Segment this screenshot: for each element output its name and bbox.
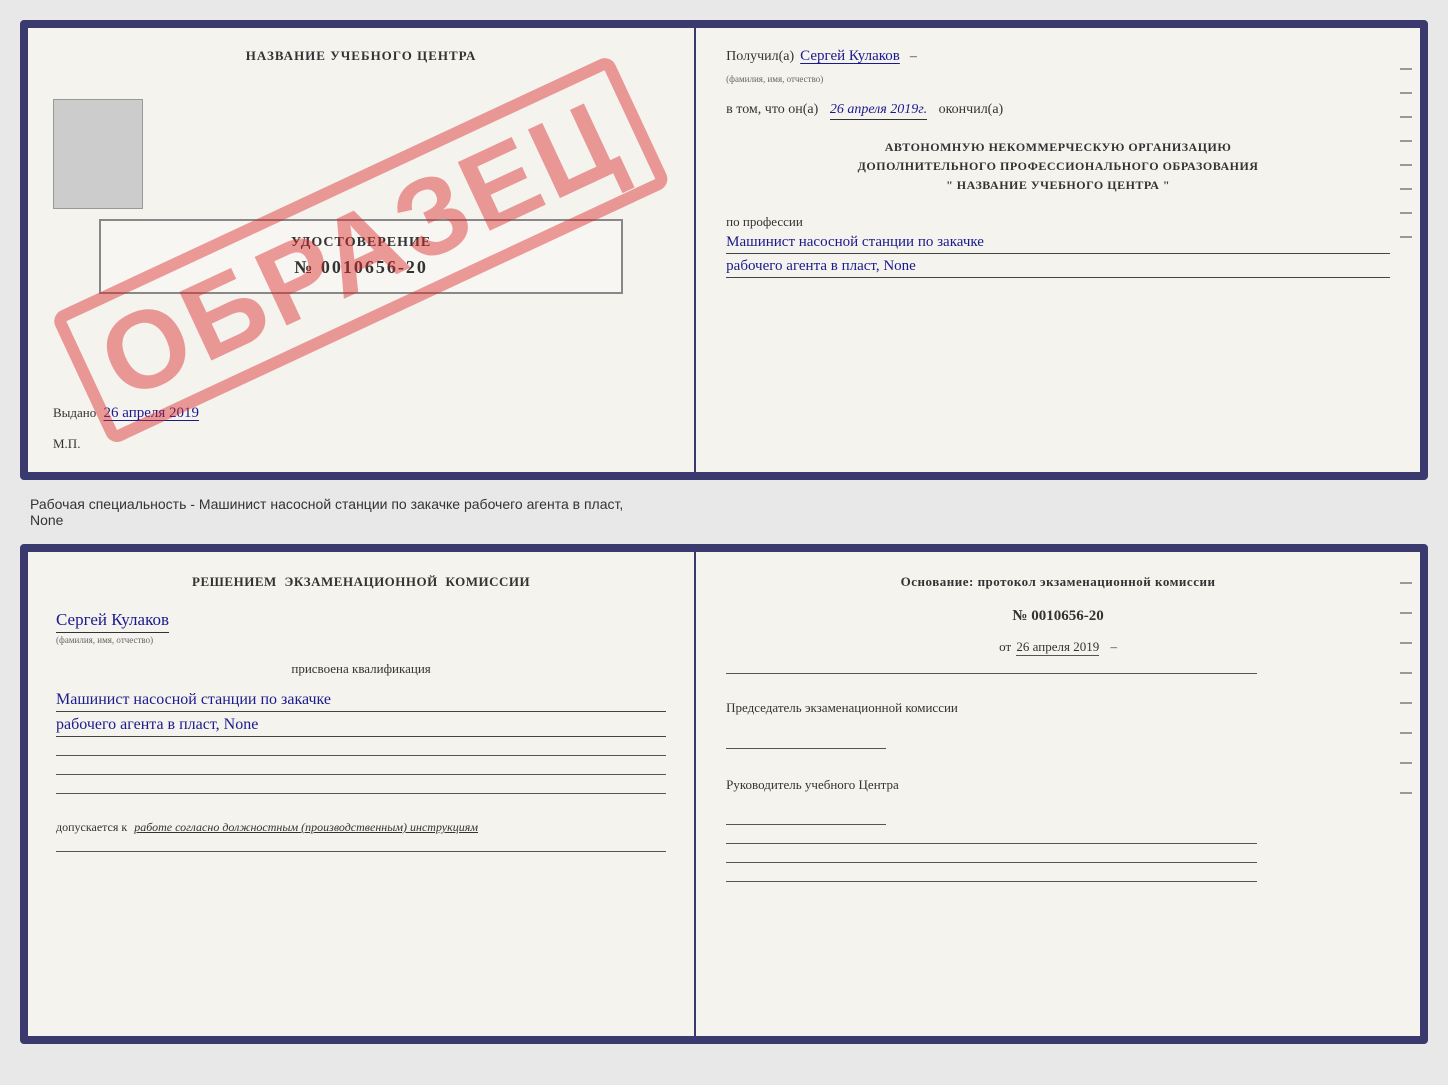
b-deco-8 [1400,792,1412,794]
protocol-date-line: от 26 апреля 2019 – [726,639,1390,655]
b-deco-6 [1400,732,1412,734]
org-block: АВТОНОМНУЮ НЕКОММЕРЧЕСКУЮ ОРГАНИЗАЦИЮ ДО… [726,138,1390,196]
profession-line2: рабочего агента в пласт, None [726,258,1390,278]
divider-right-2 [726,843,1257,844]
profession-block: по профессии Машинист насосной станции п… [726,214,1390,278]
bottom-document: Решением экзаменационной комиссии Сергей… [20,544,1428,1044]
head-label: Руководитель учебного Центра [726,775,1390,795]
received-name: Сергей Кулаков [800,48,900,65]
deco-dash-3 [1400,116,1412,118]
chairman-label: Председатель экзаменационной комиссии [726,698,1390,718]
between-text: Рабочая специальность - Машинист насосно… [20,490,1428,534]
page-wrapper: НАЗВАНИЕ УЧЕБНОГО ЦЕНТРА ОБРАЗЕЦ УДОСТОВ… [20,20,1428,1044]
b-deco-3 [1400,642,1412,644]
mp-label: М.П. [53,436,80,452]
allowed-text: работе согласно должностным (производств… [134,820,478,834]
assigned-label: присвоена квалификация [56,661,666,677]
cert-title: УДОСТОВЕРЕНИЕ [119,235,603,251]
received-line: Получил(а) Сергей Кулаков – (фамилия, им… [726,48,1390,87]
deco-dash-4 [1400,140,1412,142]
qualification-block: Машинист насосной станции по закачке раб… [56,687,666,737]
b-deco-7 [1400,762,1412,764]
right-deco [1400,68,1412,238]
received-label: Получил(а) [726,49,794,65]
top-center-title: НАЗВАНИЕ УЧЕБНОГО ЦЕНТРА [246,48,477,64]
deco-dash-6 [1400,188,1412,190]
bottom-right-deco [1400,582,1412,794]
protocol-date: 26 апреля 2019 [1016,639,1099,656]
cert-number: № 0010656-20 [119,257,603,278]
commission-title: Решением экзаменационной комиссии [56,574,666,590]
qual-line2: рабочего агента в пласт, None [56,716,666,737]
dash-separator: – [910,49,917,65]
name-sub-label-top: (фамилия, имя, отчество) [726,74,823,84]
chairman-signature-line [726,748,886,749]
allowed-block: допускается к работе согласно должностны… [56,820,666,835]
cert-box: УДОСТОВЕРЕНИЕ № 0010656-20 [99,219,623,294]
deco-dash-7 [1400,212,1412,214]
org-line3: " НАЗВАНИЕ УЧЕБНОГО ЦЕНТРА " [726,176,1390,195]
b-deco-1 [1400,582,1412,584]
finished-label: окончил(а) [939,102,1004,117]
head-signature-line [726,824,886,825]
right-panel: Получил(а) Сергей Кулаков – (фамилия, им… [696,28,1420,472]
b-deco-5 [1400,702,1412,704]
top-document: НАЗВАНИЕ УЧЕБНОГО ЦЕНТРА ОБРАЗЕЦ УДОСТОВ… [20,20,1428,480]
deco-dash-2 [1400,92,1412,94]
allowed-label-text: допускается к [56,820,127,834]
b-deco-2 [1400,612,1412,614]
protocol-number: № 0010656-20 [726,608,1390,625]
bottom-name-line: Сергей Кулаков (фамилия, имя, отчество) [56,610,666,645]
basis-title: Основание: протокол экзаменационной коми… [726,574,1390,590]
issued-line: Выдано 26 апреля 2019 [53,405,199,432]
profession-line1: Машинист насосной станции по закачке [726,234,1390,254]
photo-placeholder [53,99,143,209]
completion-date: 26 апреля 2019г. [830,102,927,120]
bottom-person-name: Сергей Кулаков [56,610,169,633]
date-line: в том, что он(а) 26 апреля 2019г. окончи… [726,102,1390,118]
protocol-date-prefix: от [999,639,1011,654]
divider-right-1 [726,673,1257,674]
qual-line1: Машинист насосной станции по закачке [56,691,666,712]
profession-label: по профессии [726,214,1390,230]
bottom-name-sub: (фамилия, имя, отчество) [56,635,666,645]
divider-line-3 [56,793,666,794]
divider-right-4 [726,881,1257,882]
issued-date: 26 апреля 2019 [104,405,200,421]
deco-dash-5 [1400,164,1412,166]
org-line2: ДОПОЛНИТЕЛЬНОГО ПРОФЕССИОНАЛЬНОГО ОБРАЗО… [726,157,1390,176]
issued-label: Выдано [53,405,96,420]
left-panel: НАЗВАНИЕ УЧЕБНОГО ЦЕНТРА ОБРАЗЕЦ УДОСТОВ… [28,28,696,472]
divider-line-1 [56,755,666,756]
date-dash: – [1110,639,1117,654]
org-line1: АВТОНОМНУЮ НЕКОММЕРЧЕСКУЮ ОРГАНИЗАЦИЮ [726,138,1390,157]
divider-line-4 [56,851,666,852]
bottom-left-panel: Решением экзаменационной комиссии Сергей… [28,552,696,1036]
divider-right-3 [726,862,1257,863]
b-deco-4 [1400,672,1412,674]
in-that-label: в том, что он(а) [726,102,818,117]
deco-dash-8 [1400,236,1412,238]
bottom-right-panel: Основание: протокол экзаменационной коми… [696,552,1420,1036]
deco-dash-1 [1400,68,1412,70]
divider-line-2 [56,774,666,775]
